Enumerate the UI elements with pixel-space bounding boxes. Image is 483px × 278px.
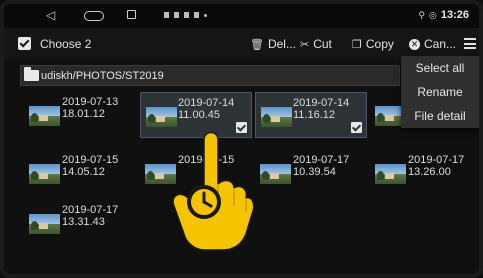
- cut-label: Cut: [313, 37, 332, 51]
- photo-thumbnail: [146, 107, 177, 127]
- file-checkbox[interactable]: [236, 122, 247, 133]
- copy-button[interactable]: ❐ Copy: [352, 37, 394, 51]
- file-name: 2019-07-15 14.05.12: [62, 154, 118, 178]
- thumbnail-house: [156, 116, 165, 122]
- trash-icon: 🗑: [250, 38, 264, 51]
- path-bar[interactable]: udiskh/PHOTOS/ST2019: [20, 65, 400, 86]
- clock: 13:26: [440, 9, 469, 21]
- copy-label: Copy: [365, 37, 394, 51]
- photo-thumbnail: [261, 107, 292, 127]
- file-time: 10.39.54: [293, 166, 336, 178]
- thumbnail-house: [385, 115, 394, 121]
- status-right: ⚲ ◎ 13:26: [418, 9, 469, 21]
- thumbnail-tree: [31, 113, 38, 122]
- file-tile[interactable]: 2019-07-17 13.31.43: [24, 200, 136, 246]
- cut-button[interactable]: ✂ Cut: [300, 37, 332, 51]
- file-tile[interactable]: 2019-07-14 11.16.12: [255, 92, 367, 138]
- thumbnail-house: [39, 223, 48, 229]
- overflow-menu: Select all Rename File detail: [401, 56, 479, 128]
- file-date: 2019-07-17: [408, 154, 465, 166]
- menu-line: [464, 42, 476, 45]
- thumbnail-tree: [31, 221, 38, 230]
- cancel-label: Can...: [424, 37, 457, 51]
- photo-thumbnail: [29, 106, 60, 126]
- notification-icon: [194, 12, 199, 18]
- thumbnail-tree: [148, 114, 155, 123]
- photo-thumbnail: [145, 164, 176, 184]
- menu-item-select-all[interactable]: Select all: [401, 56, 479, 80]
- file-tile[interactable]: 2019-07-15: [140, 150, 252, 196]
- file-date: 2019-07-13: [62, 96, 119, 108]
- more-notifications-icon: [204, 13, 207, 17]
- cancel-button[interactable]: ✕ Can...: [409, 37, 456, 51]
- file-time: 11.00.45: [178, 109, 221, 121]
- file-time: 14.05.12: [62, 166, 105, 178]
- notification-icon: [174, 12, 179, 18]
- current-path: udiskh/PHOTOS/ST2019: [41, 70, 164, 82]
- thumbnail-house: [39, 173, 48, 179]
- file-tile[interactable]: 2019-07-13 18.01.12: [24, 92, 136, 138]
- file-date: 2019-07-15: [62, 154, 119, 166]
- notification-icon: [184, 12, 189, 18]
- location-icon: ⚲: [418, 9, 425, 20]
- thumbnail-tree: [31, 171, 38, 180]
- thumbnail-tree: [147, 171, 154, 180]
- photo-thumbnail: [260, 164, 291, 184]
- delete-label: Del...: [267, 37, 296, 51]
- file-date: 2019-07-14: [178, 97, 235, 109]
- file-name: 2019-07-17 13.31.43: [62, 204, 118, 228]
- file-date: 2019-07-15: [178, 154, 235, 166]
- file-tile[interactable]: 2019-07-17 13.26.00: [370, 150, 479, 196]
- file-name: 2019-07-17 13.26.00: [408, 154, 464, 178]
- menu-item-rename[interactable]: Rename: [401, 80, 479, 104]
- file-name: 2019-07-14 11.00.45: [178, 97, 234, 121]
- file-name: 2019-07-15: [178, 154, 234, 166]
- file-time: 11.16.12: [293, 109, 336, 121]
- file-checkbox[interactable]: [351, 122, 362, 133]
- notification-icons: [164, 10, 207, 20]
- recents-icon[interactable]: [127, 10, 136, 19]
- selection-count: Choose 2: [40, 37, 92, 51]
- menu-line: [464, 38, 476, 40]
- file-tile[interactable]: 2019-07-15 14.05.12: [24, 150, 136, 196]
- thumbnail-house: [155, 173, 164, 179]
- file-time: 18.01.12: [62, 108, 105, 120]
- scissors-icon: ✂: [300, 38, 310, 51]
- cancel-icon: ✕: [409, 38, 420, 50]
- photo-thumbnail: [375, 164, 406, 184]
- home-icon[interactable]: [84, 11, 104, 21]
- overflow-menu-button[interactable]: [464, 38, 476, 49]
- thumbnail-tree: [262, 171, 269, 180]
- screen: ◁ ⚲ ◎ 13:26 Choose 2 🗑 Del... ✂ Cut ❐ Co…: [0, 0, 483, 278]
- photo-thumbnail: [29, 164, 60, 184]
- menu-item-file-detail[interactable]: File detail: [401, 104, 479, 128]
- file-name: 2019-07-13 18.01.12: [62, 96, 118, 120]
- copy-icon: ❐: [352, 38, 362, 51]
- thumbnail-house: [39, 115, 48, 121]
- file-name: 2019-07-14 11.16.12: [293, 97, 349, 121]
- folder-icon: [24, 67, 39, 81]
- delete-button[interactable]: 🗑 Del...: [250, 37, 296, 51]
- status-bar: ◁ ⚲ ◎ 13:26: [4, 4, 479, 28]
- file-name: 2019-07-17 10.39.54: [293, 154, 349, 178]
- photo-thumbnail: [29, 214, 60, 234]
- thumbnail-house: [270, 173, 279, 179]
- hotspot-icon: ◎: [429, 9, 437, 20]
- file-date: 2019-07-14: [293, 97, 350, 109]
- notification-icon: [164, 12, 169, 18]
- thumbnail-house: [271, 116, 280, 122]
- thumbnail-tree: [377, 171, 384, 180]
- select-checkbox[interactable]: [18, 37, 31, 50]
- file-time: 13.26.00: [408, 166, 451, 178]
- back-icon[interactable]: ◁: [46, 9, 58, 21]
- file-tile[interactable]: 2019-07-17 10.39.54: [255, 150, 367, 196]
- thumbnail-house: [385, 173, 394, 179]
- file-tile[interactable]: 2019-07-14 11.00.45: [140, 92, 252, 138]
- file-time: 13.31.43: [62, 216, 105, 228]
- thumbnail-tree: [377, 113, 384, 122]
- menu-line: [464, 47, 476, 49]
- file-date: 2019-07-17: [293, 154, 350, 166]
- thumbnail-tree: [263, 114, 270, 123]
- file-date: 2019-07-17: [62, 204, 119, 216]
